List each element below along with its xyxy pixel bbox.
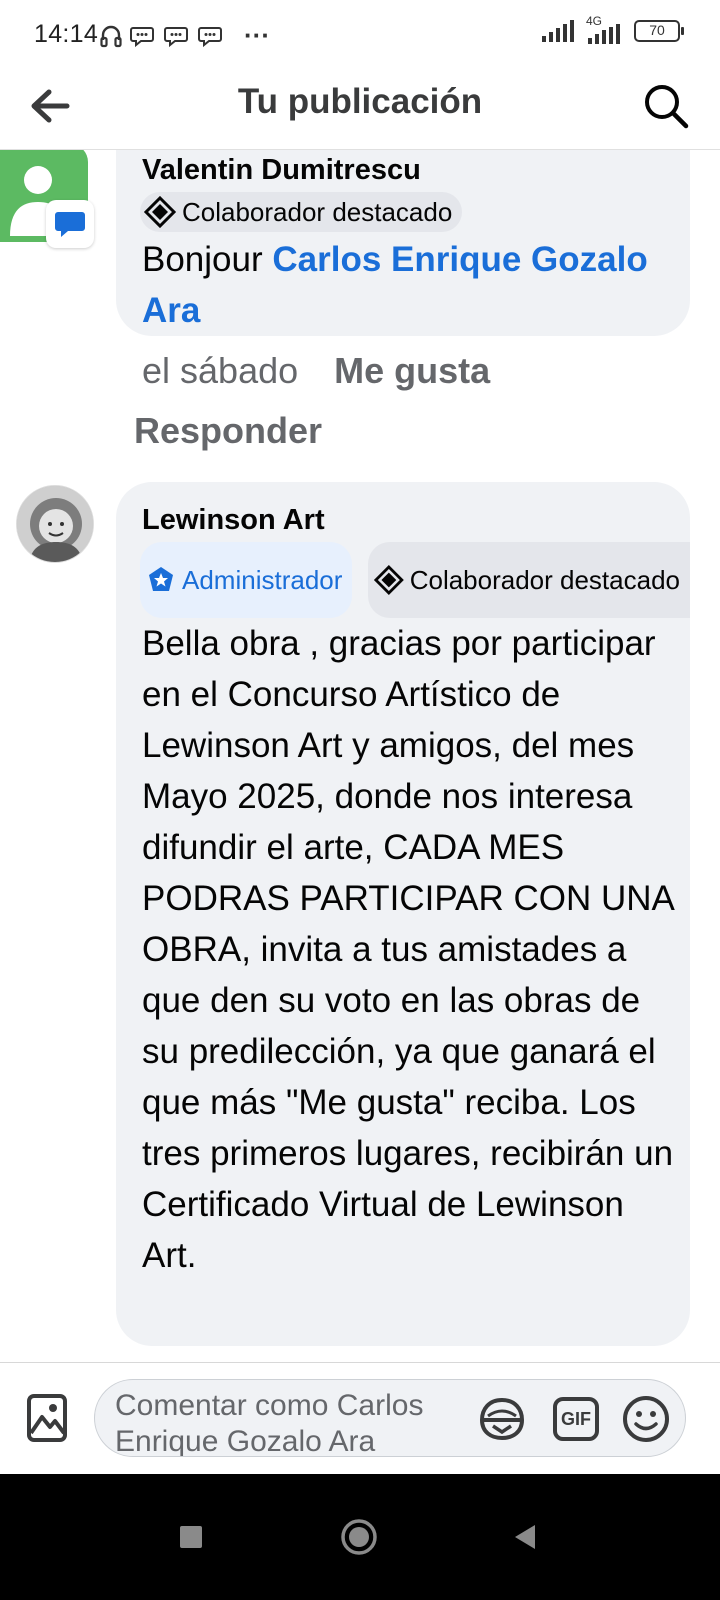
badge-label: Colaborador destacado: [409, 564, 680, 595]
headphones-icon: [100, 25, 122, 47]
diamond-badge-icon: [374, 565, 404, 595]
shield-star-icon: [149, 567, 173, 591]
comment-timestamp[interactable]: el sábado: [142, 350, 298, 392]
photo-icon: [27, 1394, 67, 1442]
comment-actions: el sábado Me gusta: [142, 350, 490, 392]
status-bar: 14:14 ··· 4G 70: [0, 0, 720, 68]
page-title: Tu publicación: [237, 82, 483, 121]
status-system-icons: 4G 70: [542, 14, 684, 44]
comment-composer: Comentar como Carlos Enrique Gozalo Ara …: [0, 1362, 720, 1474]
messages-app-badge: [46, 200, 94, 248]
badge-label: Colaborador destacado: [182, 196, 453, 227]
messenger-notif-icon: [164, 26, 188, 47]
chat-bubble-icon: [55, 212, 85, 237]
avatar-sticker-icon: [479, 1397, 525, 1441]
comment-input-placeholder: Comentar como Carlos Enrique Gozalo Ara: [115, 1389, 424, 1457]
gif-button[interactable]: GIF: [549, 1392, 603, 1446]
messenger-notif-icon: [198, 26, 222, 47]
messenger-notif-icon: [130, 26, 154, 47]
status-notification-icons: ···: [100, 20, 270, 51]
comment-text-prefix: Bonjour: [142, 240, 273, 279]
comment-author[interactable]: Lewinson Art: [142, 504, 325, 537]
diamond-badge-icon: [144, 196, 176, 228]
avatar-valentin[interactable]: [0, 150, 94, 248]
recent-apps-icon: [180, 1526, 202, 1548]
comment-text: Bella obra , gracias por participar en e…: [142, 624, 674, 1275]
emoji-icon: [623, 1396, 669, 1442]
avatar-lewinson[interactable]: [16, 485, 94, 563]
comments-list: Valentin Dumitrescu Colaborador destacad…: [0, 150, 720, 1390]
gif-icon: GIF: [553, 1397, 599, 1441]
like-button[interactable]: Me gusta: [334, 350, 490, 392]
avatar-sticker-button[interactable]: [475, 1392, 529, 1446]
signal-icon: [542, 20, 574, 42]
badge-label: Administrador: [182, 564, 343, 595]
comment-author[interactable]: Valentin Dumitrescu: [142, 154, 421, 187]
home-icon: [341, 1519, 377, 1555]
search-button[interactable]: [636, 76, 696, 136]
profile-photo: [17, 486, 93, 562]
recent-apps-button[interactable]: [166, 1512, 216, 1562]
more-notifications-icon: ···: [244, 20, 270, 50]
back-nav-button[interactable]: [500, 1512, 550, 1562]
comment-bubble[interactable]: Valentin Dumitrescu Colaborador destacad…: [116, 150, 690, 336]
search-icon: [645, 85, 689, 129]
home-button[interactable]: [334, 1512, 384, 1562]
battery-icon: 70: [634, 20, 684, 42]
back-nav-icon: [515, 1525, 535, 1549]
signal-4g-icon: 4G: [584, 14, 624, 44]
top-contributor-badge[interactable]: Colaborador destacado: [368, 542, 690, 618]
reply-button[interactable]: Responder: [134, 410, 322, 452]
comment-bubble[interactable]: Lewinson Art Administrador Colaborador d…: [116, 482, 690, 1346]
add-photo-button[interactable]: [26, 1393, 68, 1443]
top-app-bar: Tu publicación: [0, 68, 720, 150]
top-contributor-badge[interactable]: Colaborador destacado: [140, 192, 463, 232]
emoji-button[interactable]: [619, 1392, 673, 1446]
status-time: 14:14: [34, 20, 99, 48]
admin-badge[interactable]: Administrador: [140, 542, 353, 618]
comment-input[interactable]: Comentar como Carlos Enrique Gozalo Ara …: [94, 1379, 686, 1457]
system-navigation-bar: [0, 1474, 720, 1600]
comment-text: Bonjour Carlos Enrique Gozalo Ara: [142, 234, 682, 336]
screen: 14:14 ··· 4G 70 Tu publicación Valentin …: [0, 0, 720, 1600]
